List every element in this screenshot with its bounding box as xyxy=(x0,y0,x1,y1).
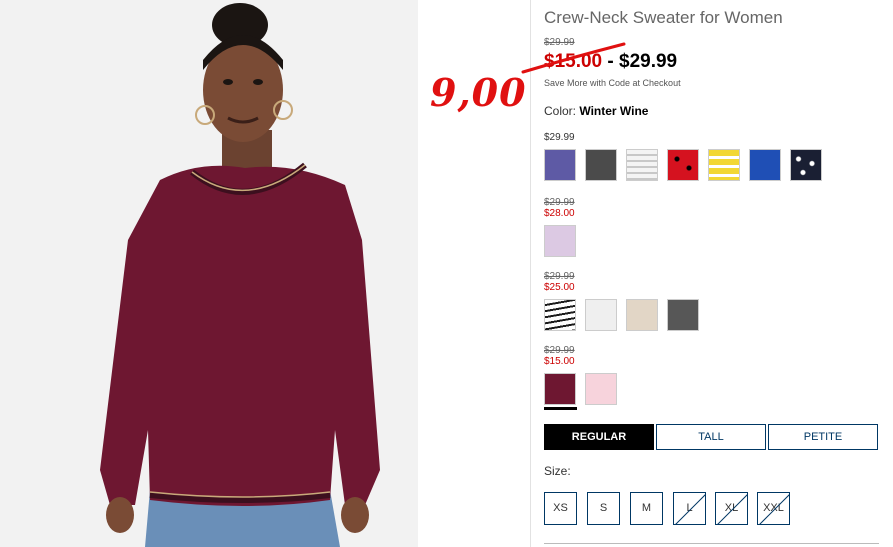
swatch-yellow-stripe[interactable] xyxy=(708,149,740,181)
group-sale-price: $25.00 xyxy=(544,282,575,293)
selected-swatch-indicator xyxy=(544,407,577,410)
group-price-neutrals: $29.99 $25.00 xyxy=(544,271,575,293)
product-photo[interactable] xyxy=(0,0,418,547)
size-option-label: S xyxy=(599,502,608,514)
fit-regular-button[interactable]: REGULAR xyxy=(544,424,654,450)
size-option-label: XS xyxy=(553,502,568,514)
fit-petite-button[interactable]: PETITE xyxy=(768,424,878,450)
swatch-blue[interactable] xyxy=(749,149,781,181)
color-label: Color: xyxy=(544,104,577,118)
unavailable-slash-icon xyxy=(759,494,789,524)
selected-color-name: Winter Wine xyxy=(579,104,649,118)
swatch-grey-heather[interactable] xyxy=(667,299,699,331)
swatch-purple[interactable] xyxy=(544,149,576,181)
swatch-light-pink[interactable] xyxy=(585,373,617,405)
swatch-charcoal[interactable] xyxy=(585,149,617,181)
size-label: Size: xyxy=(544,464,571,478)
color-selection: Color: Winter Wine xyxy=(544,104,648,118)
size-m-button[interactable]: M xyxy=(630,492,663,525)
group-price-regular: $29.99 xyxy=(544,132,575,143)
size-xxl-button[interactable]: XXL xyxy=(757,492,790,525)
unavailable-slash-icon xyxy=(717,494,747,524)
size-xl-button[interactable]: XL xyxy=(715,492,748,525)
panel-divider xyxy=(530,0,531,547)
group-price-lilac: $29.99 $28.00 xyxy=(544,197,575,219)
group-price-wine: $29.99 $15.00 xyxy=(544,345,575,367)
swatch-winter-wine[interactable] xyxy=(544,373,576,405)
swatch-grey-stripe[interactable] xyxy=(626,149,658,181)
group-sale-price: $15.00 xyxy=(544,356,575,367)
swatch-white[interactable] xyxy=(585,299,617,331)
group-original-price: $29.99 xyxy=(544,271,575,282)
swatch-oatmeal[interactable] xyxy=(626,299,658,331)
size-option-label: M xyxy=(641,502,652,514)
group-original-price: $29.99 xyxy=(544,197,575,208)
fit-tall-button[interactable]: TALL xyxy=(656,424,766,450)
strike-through-annotation xyxy=(521,42,626,74)
group-original-price: $29.99 xyxy=(544,345,575,356)
swatch-lilac[interactable] xyxy=(544,225,576,257)
swatch-red-dots[interactable] xyxy=(667,149,699,181)
swatch-black-white-stripe[interactable] xyxy=(544,299,576,331)
model-illustration xyxy=(0,0,418,547)
size-s-button[interactable]: S xyxy=(587,492,620,525)
size-xs-button[interactable]: XS xyxy=(544,492,577,525)
handwritten-price-annotation: 9,00 xyxy=(430,70,527,115)
size-l-button[interactable]: L xyxy=(673,492,706,525)
product-title: Crew-Neck Sweater for Women xyxy=(544,8,783,27)
swatch-navy-dots[interactable] xyxy=(790,149,822,181)
group-sale-price: $28.00 xyxy=(544,208,575,219)
unavailable-slash-icon xyxy=(675,494,705,524)
section-divider xyxy=(544,543,879,544)
save-more-note: Save More with Code at Checkout xyxy=(544,78,681,88)
